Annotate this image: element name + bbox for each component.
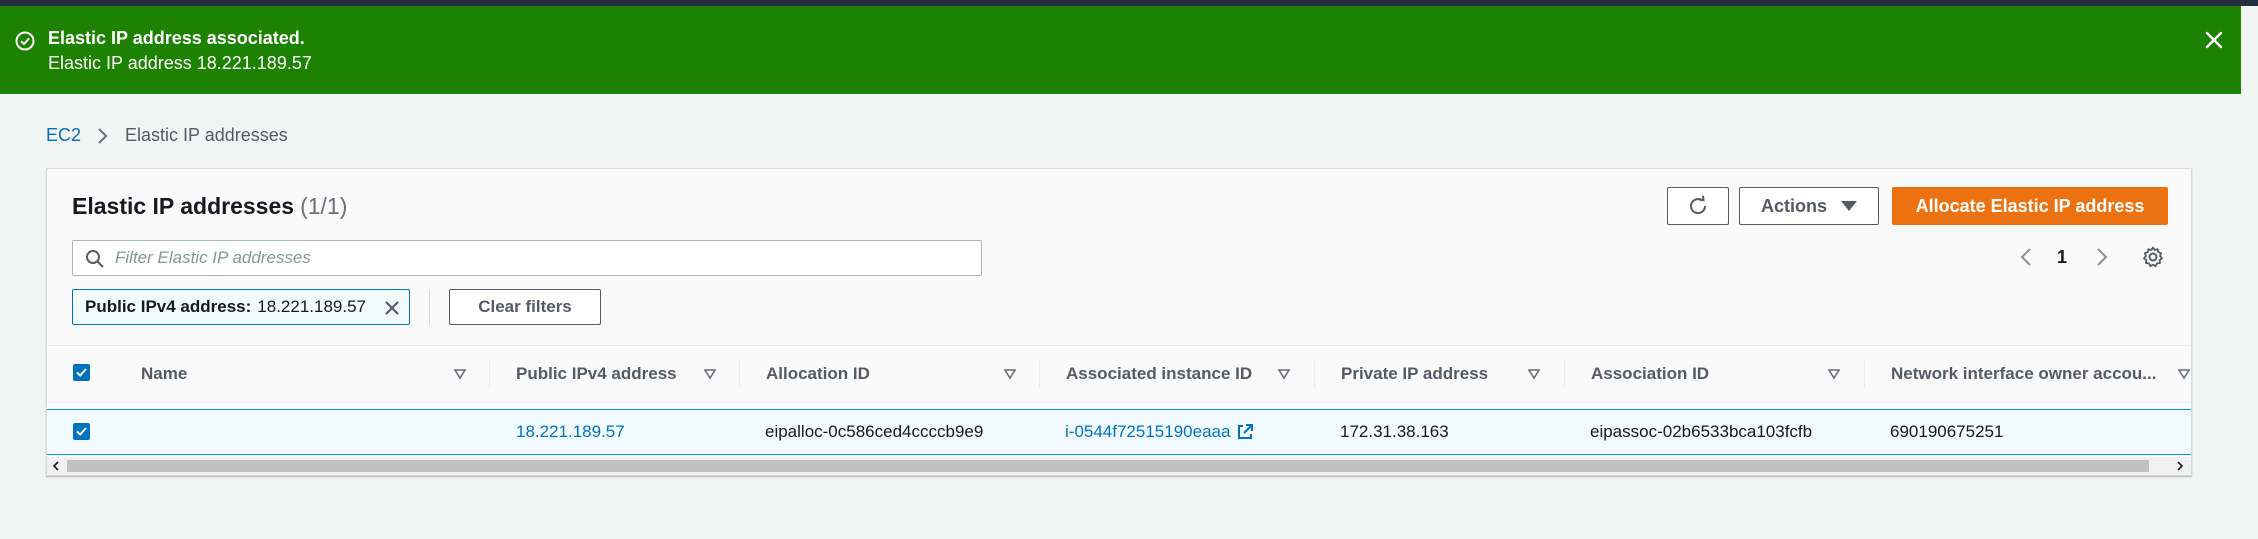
filter-token-key: Public IPv4 address: (85, 297, 252, 316)
close-icon[interactable] (2200, 26, 2228, 54)
column-divider (1314, 360, 1315, 388)
column-header-private-ip[interactable]: Private IP address (1341, 346, 1511, 402)
filter-token: Public IPv4 address: 18.221.189.57 (72, 289, 410, 325)
chevron-left-icon[interactable] (2015, 245, 2039, 269)
page-title: Elastic IP addresses (1/1) (72, 193, 347, 220)
breadcrumb-ec2-link[interactable]: EC2 (46, 125, 81, 146)
elastic-ip-table-panel: Elastic IP addresses (1/1) Actions Alloca… (46, 168, 2192, 476)
check-circle-icon (15, 31, 35, 51)
sort-icon[interactable] (453, 367, 467, 381)
column-divider (739, 360, 740, 388)
breadcrumb-current: Elastic IP addresses (125, 125, 288, 145)
horizontal-scrollbar[interactable] (47, 457, 2191, 475)
column-divider (1564, 360, 1565, 388)
clear-filters-button[interactable]: Clear filters (449, 289, 601, 325)
cell-public-ip-link[interactable]: 18.221.189.57 (516, 410, 625, 454)
table-header: Name Public IPv4 address Allocation ID A… (47, 345, 2191, 403)
column-divider (489, 360, 490, 388)
breadcrumb: EC2 Elastic IP addresses (46, 125, 288, 146)
sort-icon[interactable] (1527, 367, 1541, 381)
select-all-checkbox[interactable] (73, 364, 90, 381)
gear-icon[interactable] (2141, 245, 2165, 269)
column-divider (1864, 360, 1865, 388)
cell-owner-account: 690190675251 (1890, 422, 2004, 441)
panel-title-text: Elastic IP addresses (72, 193, 295, 219)
refresh-button[interactable] (1667, 187, 1729, 225)
divider (429, 289, 430, 325)
allocate-elastic-ip-button[interactable]: Allocate Elastic IP address (1892, 187, 2168, 225)
column-header-name[interactable]: Name (141, 346, 341, 402)
sort-icon[interactable] (2177, 367, 2191, 381)
column-header-association-id[interactable]: Association ID (1591, 346, 1751, 402)
page-number[interactable]: 1 (2057, 247, 2067, 268)
column-header-public-ipv4[interactable]: Public IPv4 address (516, 346, 686, 402)
caret-down-icon (1841, 201, 1857, 211)
instance-id-link[interactable]: i-0544f72515190eaaa (1065, 422, 1230, 442)
sort-icon[interactable] (703, 367, 717, 381)
sort-icon[interactable] (1003, 367, 1017, 381)
sort-icon[interactable] (1277, 367, 1291, 381)
actions-label: Actions (1760, 195, 1827, 216)
cell-private-ip: 172.31.38.163 (1340, 422, 1449, 441)
panel-count: (1/1) (300, 193, 348, 219)
actions-dropdown-button[interactable]: Actions (1739, 187, 1879, 225)
cell-instance-id[interactable]: i-0544f72515190eaaa (1065, 410, 1254, 454)
cell-association-id: eipassoc-02b6533bca103fcfb (1590, 422, 1813, 441)
refresh-icon (1690, 195, 1707, 215)
chevron-right-icon[interactable] (2089, 245, 2113, 269)
column-header-allocation-id[interactable]: Allocation ID (766, 346, 916, 402)
chevron-left-icon[interactable] (49, 459, 63, 473)
success-flash-banner: Elastic IP address associated. Elastic I… (0, 6, 2241, 94)
search-field[interactable] (72, 240, 982, 276)
checkbox-icon (76, 368, 87, 377)
table-row[interactable]: 18.221.189.57 eipalloc-0c586ced4ccccb9e9… (47, 409, 2191, 455)
cell-allocation-id: eipalloc-0c586ced4ccccb9e9 (765, 422, 984, 441)
column-header-instance-id[interactable]: Associated instance ID (1066, 346, 1266, 402)
sort-icon[interactable] (1827, 367, 1841, 381)
search-icon (86, 250, 104, 268)
external-link-icon (1238, 424, 1254, 439)
checkbox-icon (76, 427, 87, 436)
flash-title: Elastic IP address associated. (48, 28, 305, 48)
filter-token-value: 18.221.189.57 (257, 297, 367, 316)
column-divider (1039, 360, 1040, 388)
scrollbar-thumb[interactable] (67, 460, 2149, 472)
chevron-right-icon[interactable] (2173, 459, 2187, 473)
search-input[interactable] (115, 241, 975, 275)
chevron-right-icon (95, 127, 109, 145)
column-header-owner-account[interactable]: Network interface owner accou... (1891, 346, 2176, 402)
flash-message: Elastic IP address 18.221.189.57 (48, 53, 312, 73)
row-checkbox[interactable] (73, 423, 90, 440)
close-icon[interactable] (381, 297, 403, 319)
